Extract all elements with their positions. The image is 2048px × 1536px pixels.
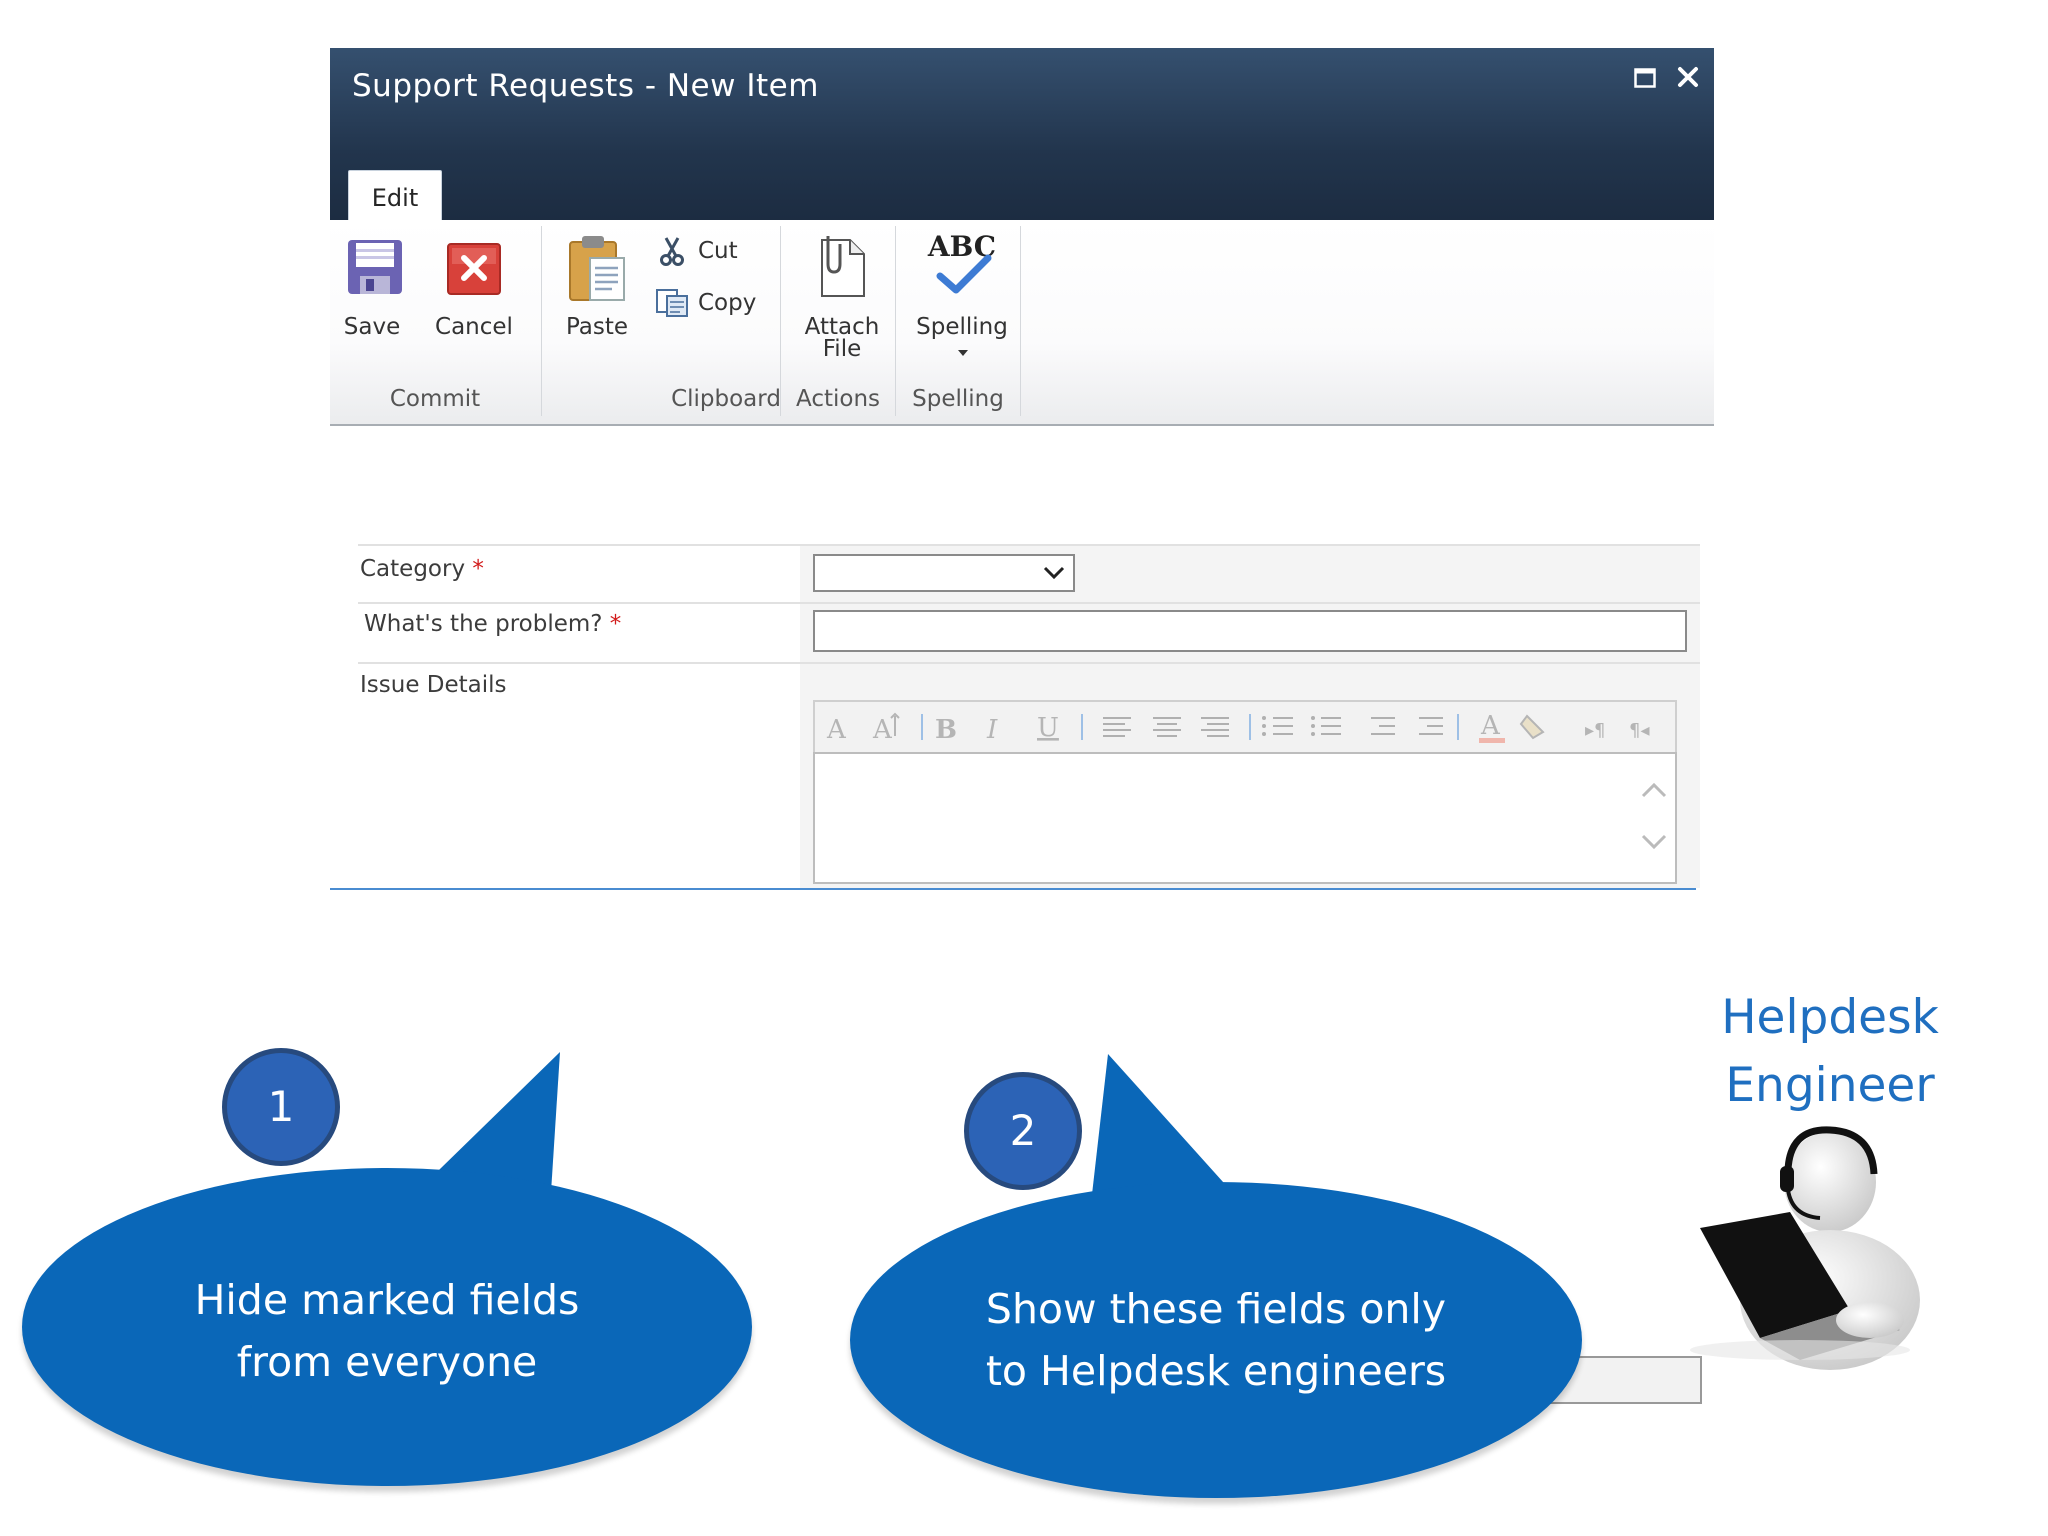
callout-2-bubble: Show these fields only to Helpdesk engin… xyxy=(850,1182,1582,1498)
callout-2-line1: Show these fields only xyxy=(985,1285,1447,1333)
attach-file-icon xyxy=(821,236,865,297)
callout-2-number: 2 xyxy=(964,1072,1082,1190)
copy-label: Copy xyxy=(698,290,757,316)
form-bottom-line xyxy=(330,888,1696,890)
cancel-button[interactable]: Cancel xyxy=(435,234,513,339)
cut-label: Cut xyxy=(698,238,738,264)
svg-text:A: A xyxy=(872,715,893,745)
scroll-up-icon[interactable] xyxy=(1641,782,1667,798)
tab-edit[interactable]: Edit xyxy=(348,170,442,221)
svg-text:¶◂: ¶◂ xyxy=(1629,720,1650,741)
issue-details-label: Issue Details xyxy=(360,672,507,698)
dialog-titlebar: Support Requests - New Item Edit xyxy=(330,48,1714,221)
group-label-spelling: Spelling xyxy=(912,386,1004,412)
callout-1-number: 1 xyxy=(222,1048,340,1166)
dialog-title: Support Requests - New Item xyxy=(352,68,819,104)
callout-2-line2: to Helpdesk engineers xyxy=(985,1347,1447,1395)
svg-text:U: U xyxy=(1037,713,1059,743)
required-marker: * xyxy=(472,556,484,582)
cut-button[interactable]: Cut xyxy=(658,234,768,268)
engineer-caption-line1: Helpdesk xyxy=(1721,990,1939,1045)
dropdown-arrow-icon xyxy=(958,350,968,356)
group-label-actions: Actions xyxy=(795,386,880,412)
paste-icon xyxy=(569,236,625,301)
scroll-down-icon[interactable] xyxy=(1641,834,1667,850)
maximize-icon[interactable] xyxy=(1634,68,1656,88)
issue-details-editor[interactable] xyxy=(813,752,1677,884)
group-separator xyxy=(1020,226,1021,416)
close-icon[interactable] xyxy=(1676,65,1700,89)
category-select[interactable] xyxy=(813,554,1075,592)
callout-1-line1: Hide marked fields xyxy=(194,1276,580,1324)
svg-text:A: A xyxy=(1480,711,1501,741)
copy-button[interactable]: Copy xyxy=(655,286,795,320)
helpdesk-engineer-illustration xyxy=(1690,1126,1920,1370)
category-label-text: Category xyxy=(360,556,466,582)
spelling-button[interactable]: ABC Spelling xyxy=(906,230,1016,364)
checkmark-icon xyxy=(936,254,992,294)
category-label: Category * xyxy=(360,556,484,582)
problem-label: What's the problem? * xyxy=(364,611,621,637)
formatting-icons: A A B I U A ▸¶ ¶◂ xyxy=(826,711,1650,745)
ribbon: Save Cancel Commit Paste Cut Copy Clipbo… xyxy=(330,220,1714,426)
group-label-commit: Commit xyxy=(389,386,481,412)
engineer-caption: Helpdesk Engineer xyxy=(1680,984,1980,1120)
required-marker: * xyxy=(609,611,622,637)
svg-text:I: I xyxy=(986,715,998,745)
scissors-icon xyxy=(660,237,684,266)
save-icon xyxy=(348,240,402,294)
svg-text:A: A xyxy=(826,715,847,745)
paste-label: Paste xyxy=(565,314,629,340)
group-separator xyxy=(780,226,781,416)
save-button[interactable]: Save xyxy=(340,234,402,339)
rich-text-toolbar: A A B I U A ▸¶ ¶◂ xyxy=(813,700,1677,754)
attach-file-button[interactable]: Attach File xyxy=(792,234,892,361)
callout-1-line2: from everyone xyxy=(236,1338,538,1386)
svg-text:▸¶: ▸¶ xyxy=(1585,720,1606,741)
cancel-label: Cancel xyxy=(435,314,513,340)
copy-icon xyxy=(656,289,688,317)
save-label: Save xyxy=(343,314,401,340)
cancel-icon xyxy=(447,243,501,295)
spelling-label: Spelling xyxy=(916,314,1008,340)
svg-text:B: B xyxy=(935,715,957,745)
problem-input[interactable] xyxy=(813,610,1687,652)
chevron-down-icon xyxy=(1043,566,1065,580)
attach-label-line1: Attach xyxy=(804,314,880,340)
attach-label-line2: File xyxy=(822,336,862,362)
paste-button[interactable]: Paste xyxy=(560,234,634,339)
problem-label-text: What's the problem? xyxy=(364,611,603,637)
callout-1-bubble: Hide marked fields from everyone xyxy=(22,1168,752,1486)
engineer-caption-line2: Engineer xyxy=(1725,1058,1935,1113)
